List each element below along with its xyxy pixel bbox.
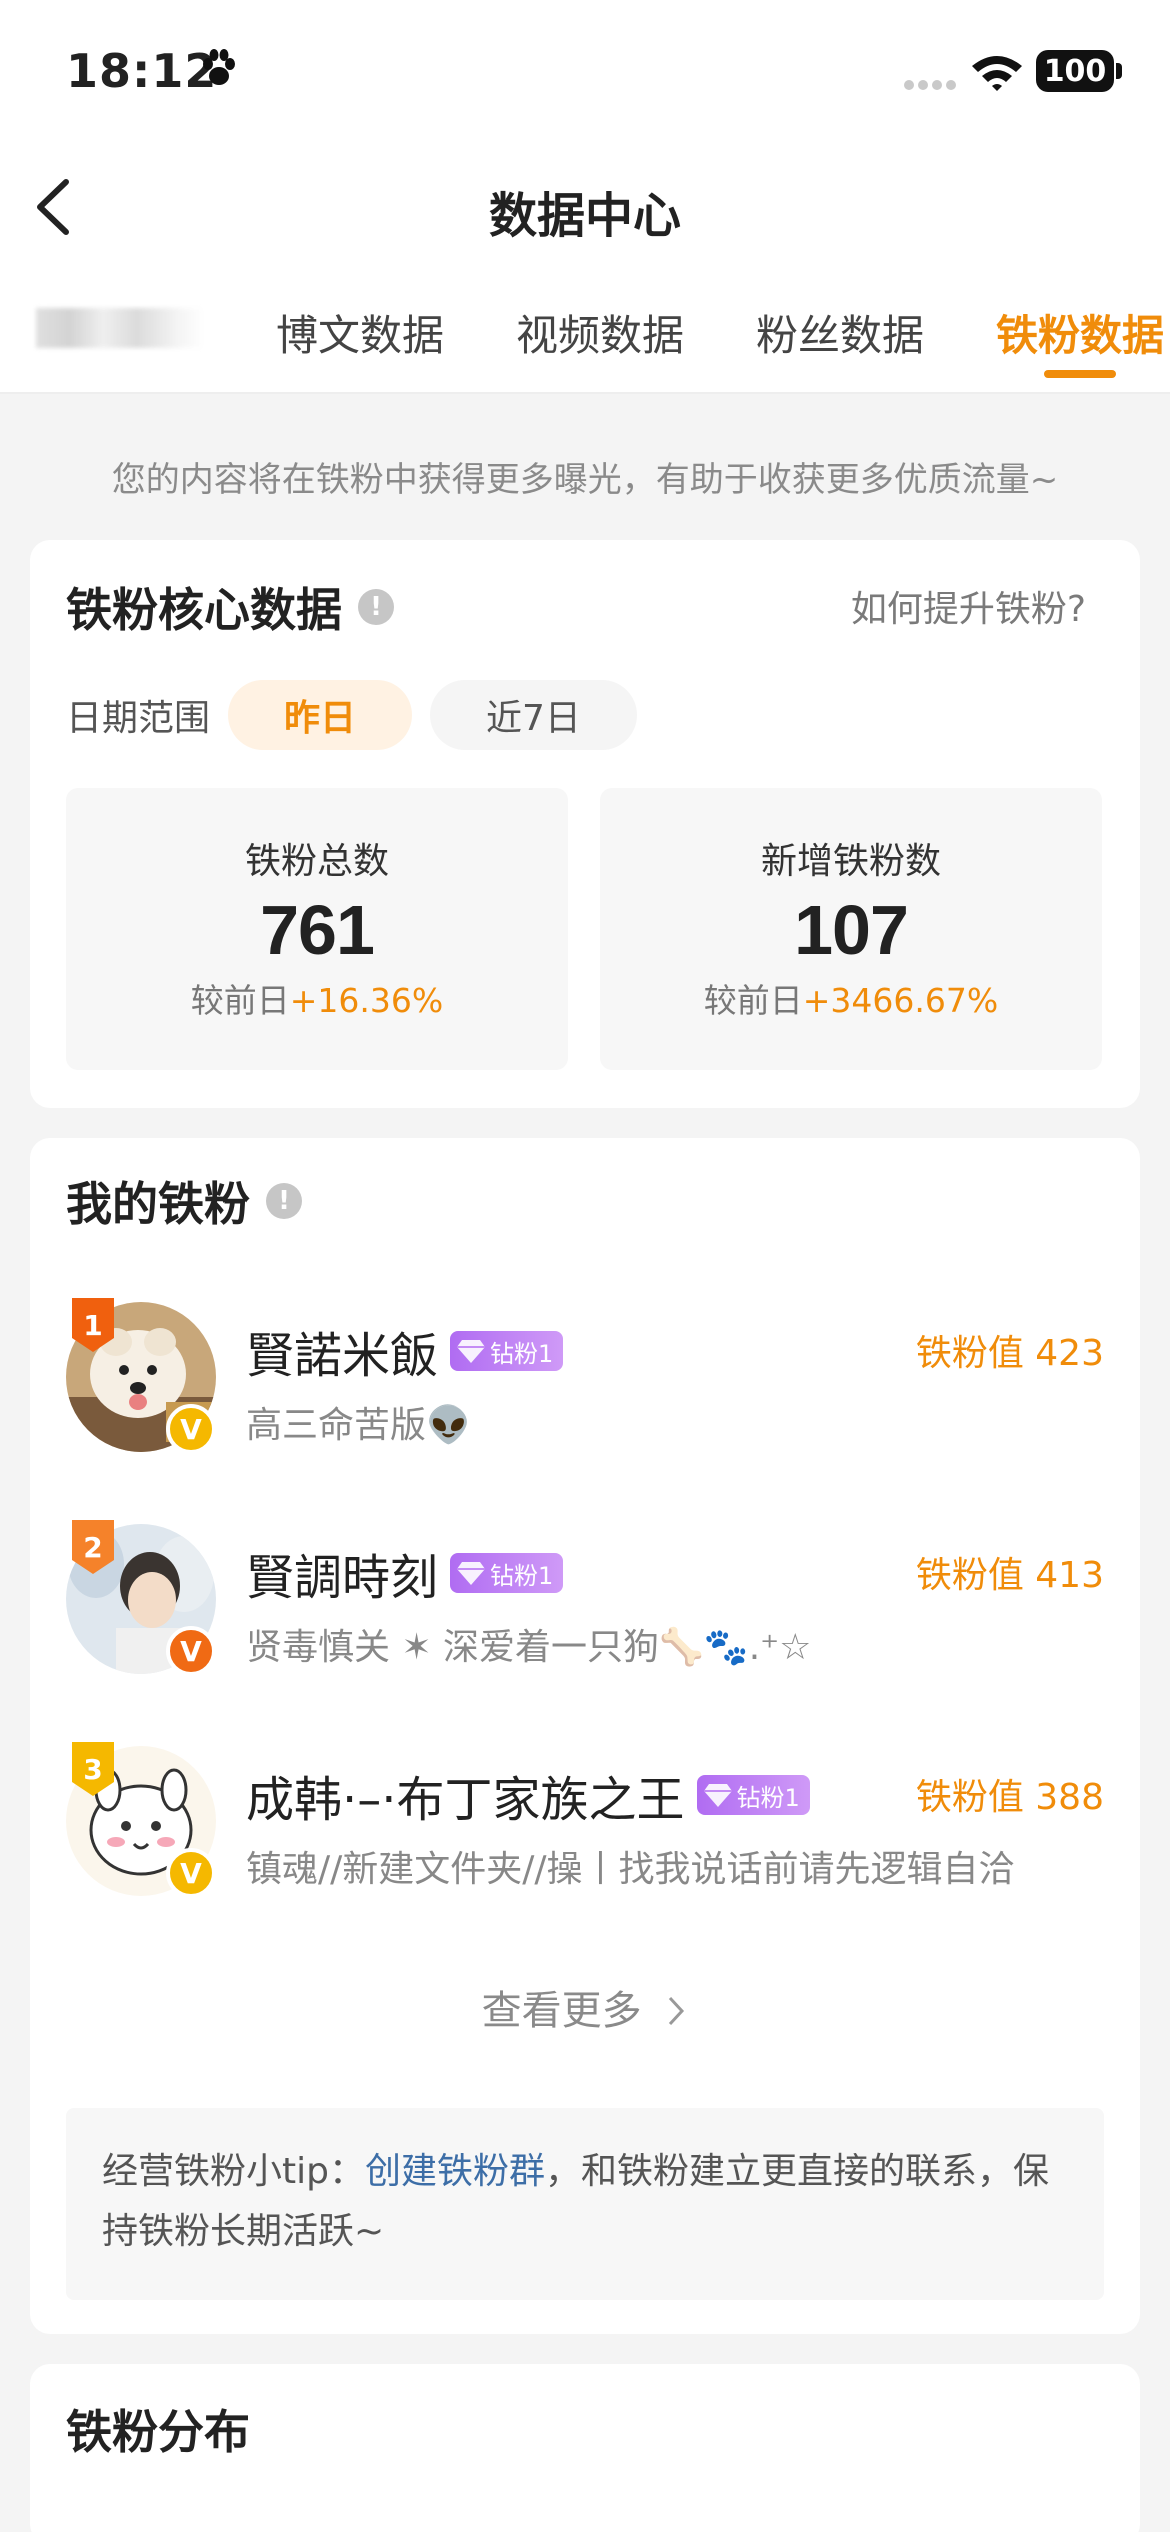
diamond-icon [457, 1340, 486, 1363]
cellular-signal-icon [904, 80, 956, 90]
stat-compare-prefix: 较前日 [190, 981, 290, 1020]
fan-row[interactable]: 2 V 賢調時刻 钻粉1 贤毒慎关 ✶ 深爱着一只狗🦴🐾.⁺☆ 铁粉值 413 [66, 1520, 1104, 1684]
tab-post-data[interactable]: 博文数据 [276, 302, 444, 363]
date-range-label: 日期范围 [66, 698, 211, 739]
score-label: 铁粉值 [915, 1555, 1024, 1596]
iron-fan-score: 铁粉值 423 [916, 1324, 1104, 1376]
battery-icon: 100 [1036, 50, 1114, 92]
score-value: 413 [1035, 1555, 1104, 1596]
tab-video-data[interactable]: 视频数据 [516, 302, 684, 363]
rank-badge: 1 [70, 1298, 116, 1352]
exposure-notice: 您的内容将在铁粉中获得更多曝光，有助于收获更多优质流量~ [111, 460, 1059, 500]
level-text: 钻粉1 [490, 1339, 554, 1368]
diamond-icon [457, 1562, 486, 1585]
fan-name: 成韩·–·布丁家族之王 钻粉1 [246, 1760, 810, 1830]
view-more-label: 查看更多 [481, 1988, 642, 2034]
battery-level: 100 [1043, 53, 1107, 89]
iron-fan-score: 铁粉值 413 [916, 1546, 1104, 1598]
score-value: 423 [1035, 1333, 1104, 1374]
wifi-icon [972, 56, 1022, 91]
info-icon[interactable]: ! [266, 1183, 302, 1219]
rank-badge: 2 [70, 1520, 116, 1574]
fan-distribution-card: 铁粉分布 [30, 2364, 1140, 2532]
fan-name-text: 成韩·–·布丁家族之王 [246, 1772, 685, 1828]
page-title: 数据中心 [488, 188, 681, 244]
status-bar: 18:12 100 [0, 0, 1170, 150]
stat-total-iron-fans: 铁粉总数 761 较前日+16.36% [66, 788, 568, 1070]
stat-label: 铁粉总数 [244, 841, 389, 882]
fan-row[interactable]: 1 V 賢諾米飯 钻粉1 高三命苦版👽 铁粉值 423 [66, 1298, 1104, 1462]
rank-badge: 3 [70, 1742, 116, 1796]
my-fans-card: 我的铁粉 ! 1 V 賢諾米飯 钻粉1 高三命苦版👽 铁粉值 423 2 V 賢… [30, 1138, 1140, 2334]
stat-value: 761 [260, 891, 375, 969]
fan-bio: 高三命苦版👽 [246, 1405, 471, 1446]
stat-value: 107 [794, 891, 909, 969]
core-data-title: 铁粉核心数据 ! [66, 574, 394, 640]
level-badge: 钻粉1 [450, 1331, 564, 1371]
fan-name-text: 賢調時刻 [246, 1550, 439, 1606]
header-area: 18:12 100 数据中心 博文数据 视频数据 粉丝数据 铁粉数据 [0, 0, 1170, 394]
how-to-improve-link[interactable]: 如何提升铁粉? [851, 580, 1086, 632]
date-range-selector: 日期范围 昨日 近7日 [66, 680, 655, 750]
fan-row[interactable]: 3 V 成韩·–·布丁家族之王 钻粉1 镇魂//新建文件夹//操丨找我说话前请先… [66, 1742, 1104, 1906]
fan-name: 賢調時刻 钻粉1 [246, 1538, 564, 1608]
tab-fans-data[interactable]: 粉丝数据 [756, 302, 924, 363]
fan-bio: 镇魂//新建文件夹//操丨找我说话前请先逻辑自洽 [246, 1849, 1015, 1890]
rank-number: 3 [83, 1752, 103, 1786]
avatar[interactable]: 3 V [66, 1742, 216, 1898]
distribution-title: 铁粉分布 [66, 2405, 250, 2459]
date-option-yesterday[interactable]: 昨日 [228, 680, 413, 750]
nav-bar: 数据中心 [0, 150, 1170, 270]
stat-compare: 较前日+16.36% [66, 974, 568, 1022]
date-option-7days[interactable]: 近7日 [430, 680, 637, 750]
diamond-icon [703, 1784, 732, 1807]
score-label: 铁粉值 [915, 1777, 1024, 1818]
stat-change: +16.36% [289, 981, 444, 1020]
score-value: 388 [1035, 1777, 1104, 1818]
my-fans-title-text: 我的铁粉 [66, 1177, 250, 1231]
verified-v-icon: V [166, 1848, 216, 1898]
tab-active-indicator [1044, 370, 1116, 378]
level-badge: 钻粉1 [696, 1775, 810, 1815]
stat-change: +3466.67% [802, 981, 999, 1020]
my-fans-title: 我的铁粉 ! [66, 1168, 302, 1234]
rank-number: 1 [83, 1308, 103, 1342]
core-data-card: 铁粉核心数据 ! 如何提升铁粉? 日期范围 昨日 近7日 铁粉总数 761 较前… [30, 540, 1140, 1108]
core-data-title-text: 铁粉核心数据 [66, 583, 342, 637]
tab-overview-blurred[interactable] [36, 308, 204, 348]
verified-v-icon: V [166, 1404, 216, 1454]
fan-name: 賢諾米飯 钻粉1 [246, 1316, 564, 1386]
level-badge: 钻粉1 [450, 1553, 564, 1593]
chevron-right-icon [669, 1996, 685, 2026]
stat-compare-prefix: 较前日 [703, 981, 803, 1020]
avatar[interactable]: 1 V [66, 1298, 216, 1454]
fan-name-text: 賢諾米飯 [246, 1328, 439, 1384]
avatar[interactable]: 2 V [66, 1520, 216, 1676]
stat-label: 新增铁粉数 [760, 841, 941, 882]
tab-bar: 博文数据 视频数据 粉丝数据 铁粉数据 [0, 270, 1170, 394]
tip-box: 经营铁粉小tip：创建铁粉群，和铁粉建立更直接的联系，保持铁粉长期活跃~ [66, 2108, 1104, 2300]
tip-prefix: 经营铁粉小tip： [102, 2151, 365, 2192]
fan-bio: 贤毒慎关 ✶ 深爱着一只狗🦴🐾.⁺☆ [246, 1627, 812, 1668]
stat-compare: 较前日+3466.67% [600, 974, 1102, 1022]
create-fan-group-link[interactable]: 创建铁粉群 [365, 2151, 545, 2192]
paw-icon [203, 49, 235, 85]
level-text: 钻粉1 [490, 1561, 554, 1590]
score-label: 铁粉值 [915, 1333, 1024, 1374]
tab-iron-fans-data[interactable]: 铁粉数据 [996, 302, 1164, 363]
iron-fan-score: 铁粉值 388 [916, 1768, 1104, 1820]
level-text: 钻粉1 [736, 1783, 800, 1812]
stat-new-iron-fans: 新增铁粉数 107 较前日+3466.67% [600, 788, 1102, 1070]
info-icon[interactable]: ! [358, 589, 394, 625]
status-time: 18:12 [66, 44, 218, 98]
verified-v-icon: V [166, 1626, 216, 1676]
rank-number: 2 [83, 1530, 103, 1564]
battery-tip [1116, 63, 1122, 79]
view-more-button[interactable]: 查看更多 [30, 1978, 1140, 2036]
